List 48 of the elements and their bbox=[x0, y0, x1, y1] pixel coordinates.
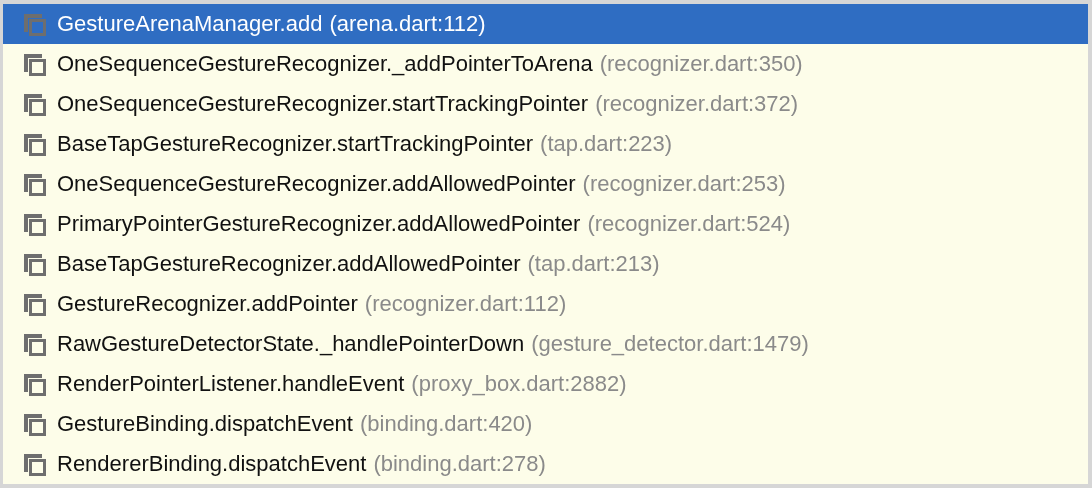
method-name: OneSequenceGestureRecognizer.startTrackingPointer bbox=[57, 91, 589, 116]
stack-frame-row[interactable]: GestureRecognizer.addPointer (recognizer.dart:112) bbox=[3, 284, 1088, 324]
stack-frame-icon bbox=[22, 331, 47, 357]
source-location: (binding.dart:420) bbox=[359, 411, 533, 436]
stack-frame-row[interactable]: GestureArenaManager.add (arena.dart:112) bbox=[3, 4, 1088, 44]
stack-frame-icon bbox=[22, 371, 47, 397]
source-location: (proxy_box.dart:2882) bbox=[411, 371, 627, 396]
source-location: (recognizer.dart:253) bbox=[582, 171, 786, 196]
stack-frame-row[interactable]: PrimaryPointerGestureRecognizer.addAllowedPointer (recognizer.dart:524) bbox=[3, 204, 1088, 244]
method-name: OneSequenceGestureRecognizer._addPointerToArena bbox=[57, 51, 593, 76]
method-name: GestureRecognizer.addPointer bbox=[57, 291, 358, 316]
source-location: (recognizer.dart:524) bbox=[587, 211, 791, 236]
stack-frame-icon bbox=[22, 91, 47, 117]
method-name: GestureArenaManager.add bbox=[57, 11, 323, 36]
source-location: (tap.dart:223) bbox=[540, 131, 673, 156]
source-location: (gesture_detector.dart:1479) bbox=[531, 331, 809, 356]
stack-frame-row[interactable]: OneSequenceGestureRecognizer.addAllowedPointer (recognizer.dart:253) bbox=[3, 164, 1088, 204]
method-name: PrimaryPointerGestureRecognizer.addAllowedPointer bbox=[57, 211, 581, 236]
source-location: (arena.dart:112) bbox=[329, 11, 486, 36]
method-name: BaseTapGestureRecognizer.startTrackingPointer bbox=[57, 131, 534, 156]
stack-frame-row[interactable]: GestureBinding.dispatchEvent (binding.dart:420) bbox=[3, 404, 1088, 444]
stack-frame-row[interactable]: BaseTapGestureRecognizer.startTrackingPointer (tap.dart:223) bbox=[3, 124, 1088, 164]
stack-frame-icon bbox=[22, 171, 47, 197]
stack-frame-icon bbox=[22, 451, 47, 477]
stack-frame-icon bbox=[22, 211, 47, 237]
stack-frame-row[interactable]: RenderPointerListener.handleEvent (proxy_box.dart:2882) bbox=[3, 364, 1088, 404]
method-name: RawGestureDetectorState._handlePointerDown bbox=[57, 331, 525, 356]
method-name: RenderPointerListener.handleEvent bbox=[57, 371, 405, 396]
stack-frame-row[interactable]: RawGestureDetectorState._handlePointerDown (gesture_detector.dart:1479) bbox=[3, 324, 1088, 364]
stack-frame-icon bbox=[22, 131, 47, 157]
stack-frame-row[interactable]: OneSequenceGestureRecognizer.startTrackingPointer (recognizer.dart:372) bbox=[3, 84, 1088, 124]
stack-frame-icon bbox=[22, 11, 47, 37]
stack-frame-icon bbox=[22, 411, 47, 437]
stack-frame-row[interactable]: OneSequenceGestureRecognizer._addPointerToArena (recognizer.dart:350) bbox=[3, 44, 1088, 84]
stack-frame-icon bbox=[22, 251, 47, 277]
source-location: (binding.dart:278) bbox=[373, 451, 546, 476]
method-name: BaseTapGestureRecognizer.addAllowedPointer bbox=[57, 251, 521, 276]
method-name: GestureBinding.dispatchEvent bbox=[57, 411, 353, 436]
source-location: (tap.dart:213) bbox=[527, 251, 660, 276]
stack-frame-icon bbox=[22, 51, 47, 77]
source-location: (recognizer.dart:372) bbox=[595, 91, 799, 116]
source-location: (recognizer.dart:350) bbox=[599, 51, 803, 76]
stack-frame-row[interactable]: BaseTapGestureRecognizer.addAllowedPointer (tap.dart:213) bbox=[3, 244, 1088, 284]
source-location: (recognizer.dart:112) bbox=[364, 291, 567, 316]
method-name: RendererBinding.dispatchEvent bbox=[57, 451, 367, 476]
stack-frame-icon bbox=[22, 291, 47, 317]
stack-frame-row[interactable]: RendererBinding.dispatchEvent (binding.dart:278) bbox=[3, 444, 1088, 484]
method-name: OneSequenceGestureRecognizer.addAllowedPointer bbox=[57, 171, 576, 196]
